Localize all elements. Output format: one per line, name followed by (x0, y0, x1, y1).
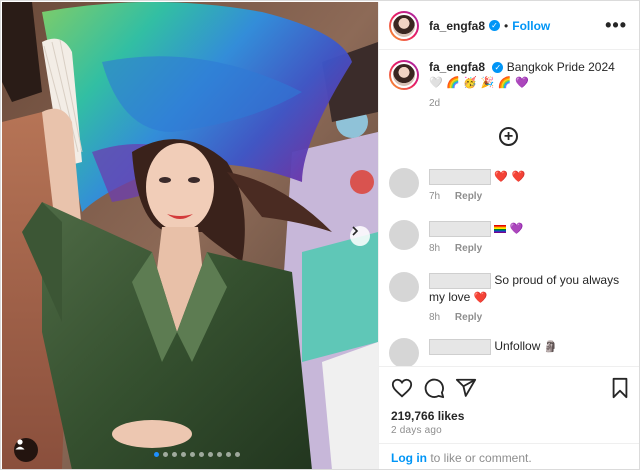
carousel-dot (208, 452, 213, 457)
share-icon[interactable] (455, 377, 477, 399)
login-prompt: Log in to like or comment. (379, 443, 639, 469)
more-options-button[interactable]: ••• (605, 16, 627, 34)
verified-badge-icon: ✓ (489, 20, 501, 31)
carousel-dot (190, 452, 195, 457)
tagged-users-button[interactable] (14, 438, 38, 462)
comment-emoji: ❤️ (473, 290, 488, 304)
login-link[interactable]: Log in (391, 451, 427, 465)
commenter-avatar[interactable] (389, 338, 419, 366)
post-photo[interactable] (2, 2, 378, 469)
follow-button[interactable]: Follow (512, 19, 550, 33)
redacted-username (429, 220, 491, 237)
dot-separator: • (504, 18, 509, 33)
carousel-dot (235, 452, 240, 457)
avatar[interactable] (389, 10, 419, 41)
reply-button[interactable]: Reply (455, 243, 482, 254)
comment-icon[interactable] (423, 377, 445, 399)
verified-badge-icon: ✓ (492, 62, 504, 74)
redacted-username (429, 168, 491, 185)
post-caption: fa_engfa8 ✓ Bangkok Pride 2024 🤍 🌈 🥳 🎉 🌈… (389, 60, 629, 111)
post-side-panel: fa_engfa8 ✓ • Follow ••• fa_engfa8 ✓ Ban… (378, 2, 639, 469)
post-header: fa_engfa8 ✓ • Follow ••• (379, 2, 639, 50)
bookmark-icon[interactable] (609, 377, 631, 399)
comment-item: Unfollow 🗿 (389, 338, 629, 366)
carousel-dot (181, 452, 186, 457)
heart-icon[interactable] (391, 377, 413, 399)
comment-emoji: ❤️ ❤️ (494, 170, 526, 183)
commenter-avatar[interactable] (389, 168, 419, 198)
carousel-dot (226, 452, 231, 457)
carousel-dot (172, 452, 177, 457)
caption-timestamp: 2d (429, 98, 441, 109)
comment-item: ❤️ ❤️ 7h Reply (389, 168, 629, 205)
carousel-dot (154, 452, 159, 457)
reply-button[interactable]: Reply (455, 312, 482, 323)
carousel-dot (199, 452, 204, 457)
login-prompt-text: to like or comment. (427, 451, 532, 465)
caption-text: Bangkok Pride 2024 (506, 60, 615, 74)
commenter-avatar[interactable] (389, 272, 419, 302)
like-count[interactable]: 219,766 likes (391, 409, 464, 423)
carousel-next-button[interactable] (350, 226, 370, 246)
comment-item: So proud of you always my love ❤️ 8h Rep… (389, 272, 629, 326)
comment-timestamp: 8h (429, 311, 441, 323)
comment-item: 💜 8h Reply (389, 220, 629, 257)
comment-text: Unfollow (494, 339, 541, 353)
action-bar: 219,766 likes 2 days ago Log in to like … (379, 366, 639, 469)
post-date[interactable]: 2 days ago (391, 425, 442, 436)
plus-icon: + (503, 127, 514, 145)
comments-list[interactable]: fa_engfa8 ✓ Bangkok Pride 2024 🤍 🌈 🥳 🎉 🌈… (379, 50, 639, 366)
chevron-right-icon (352, 226, 359, 236)
comment-emoji: 🗿 (543, 340, 558, 353)
commenter-avatar[interactable] (389, 220, 419, 250)
load-more-comments-button[interactable]: + (499, 127, 518, 146)
comment-timestamp: 8h (429, 243, 441, 254)
caption-username[interactable]: fa_engfa8 (429, 60, 485, 74)
comment-timestamp: 7h (429, 191, 441, 202)
post-author-username[interactable]: fa_engfa8 (429, 19, 485, 33)
caption-avatar[interactable] (389, 60, 419, 90)
post-modal: fa_engfa8 ✓ • Follow ••• fa_engfa8 ✓ Ban… (0, 0, 640, 470)
carousel-dots (154, 452, 240, 457)
comment-emoji: 💜 (509, 222, 524, 235)
redacted-username (429, 338, 491, 355)
redacted-username (429, 272, 491, 289)
person-icon (15, 439, 25, 450)
photo-illustration (2, 2, 378, 469)
pride-flag-icon (494, 224, 507, 233)
reply-button[interactable]: Reply (455, 191, 482, 202)
carousel-dot (163, 452, 168, 457)
carousel-dot (217, 452, 222, 457)
caption-emoji: 🤍 🌈 🥳 🎉 🌈 💜 (429, 76, 529, 89)
